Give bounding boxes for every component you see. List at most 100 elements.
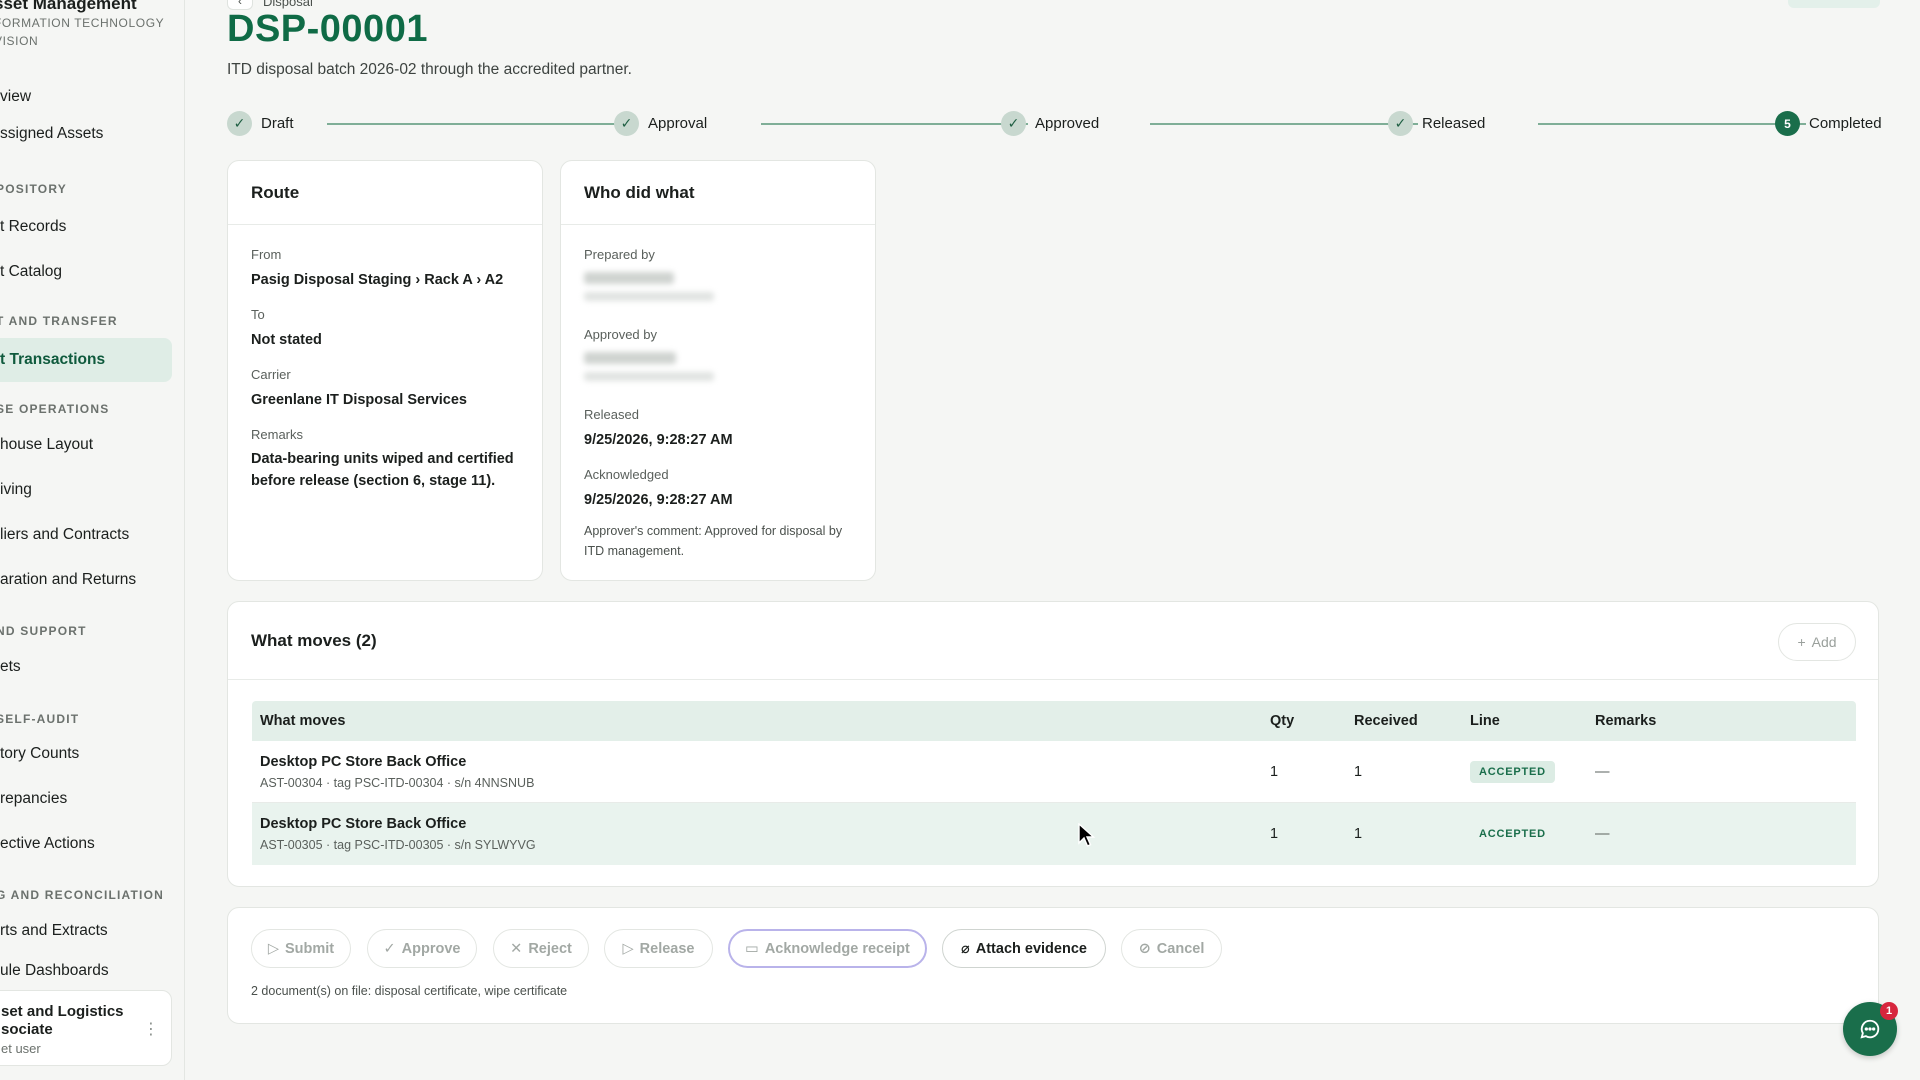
field-label: Carrier <box>251 367 291 382</box>
button-label: Approve <box>401 940 461 957</box>
more-vertical-icon[interactable]: ⋮ <box>143 1019 159 1039</box>
step-draft: ✓ Draft <box>227 111 294 136</box>
received-cell: 1 <box>1354 826 1363 842</box>
cancel-button[interactable]: ⊘ Cancel <box>1121 929 1222 968</box>
status-badge <box>1788 0 1880 8</box>
status-badge: ACCEPTED <box>1470 760 1555 783</box>
sidebar-section-warehouse: SE OPERATIONS <box>0 402 110 416</box>
plus-icon: + <box>1797 634 1806 650</box>
step-released: ✓ Released <box>1388 111 1485 136</box>
send-icon: ▷ <box>267 940 279 957</box>
table-row[interactable]: Desktop PC Store Back Office AST-00304 ·… <box>252 741 1856 803</box>
remarks-cell: — <box>1595 763 1610 780</box>
sidebar-item-inventory-counts[interactable]: tory Counts <box>0 732 172 776</box>
brand-title: sset Management <box>0 0 137 13</box>
step-connector <box>1150 123 1418 125</box>
field-label: From <box>251 247 282 262</box>
field-value: before release (section 6, stage 11). <box>251 473 496 489</box>
sidebar-item-reports[interactable]: rts and Extracts <box>0 909 172 953</box>
reject-button[interactable]: ✕ Reject <box>493 929 589 968</box>
line-cell: ACCEPTED <box>1470 823 1555 845</box>
sidebar-item-asset-records[interactable]: t Records <box>0 205 172 249</box>
button-label: Reject <box>528 940 572 957</box>
table-row[interactable]: Desktop PC Store Back Office AST-00305 ·… <box>252 803 1856 865</box>
released-field: Released 9/25/2026, 9:28:27 AM <box>584 407 733 451</box>
status-badge: ACCEPTED <box>1479 828 1546 840</box>
redacted-name <box>584 272 674 284</box>
field-value: 9/25/2026, 9:28:27 AM <box>584 432 733 448</box>
step-approved: ✓ Approved <box>1001 111 1099 136</box>
received-cell: 1 <box>1354 763 1363 780</box>
sidebar-section-repository: POSITORY <box>0 182 67 196</box>
field-value: Data-bearing units wiped and certified <box>251 451 514 467</box>
sidebar-item-dashboards[interactable]: ule Dashboards <box>0 954 172 980</box>
check-icon: ✓ <box>1001 111 1026 136</box>
redacted-detail <box>584 292 714 301</box>
step-label: Approval <box>648 115 708 132</box>
check-icon: ✓ <box>227 111 252 136</box>
field-value: 9/25/2026, 9:28:27 AM <box>584 492 733 508</box>
attach-evidence-button[interactable]: ⌀ Attach evidence <box>942 929 1106 968</box>
user-card[interactable]: set and Logistics sociate et user ⋮ <box>0 990 172 1066</box>
button-label: Submit <box>285 940 335 957</box>
sidebar-item-separation[interactable]: aration and Returns <box>0 558 172 602</box>
mouse-cursor-icon <box>1078 823 1096 847</box>
step-connector <box>761 123 1028 125</box>
sidebar-item-receiving[interactable]: iving <box>0 468 172 512</box>
sidebar-item-asset-transactions[interactable]: t Transactions <box>0 338 172 382</box>
actions-card: ▷ Submit ✓ Approve ✕ Reject ▷ Release ▭ … <box>227 907 1879 1024</box>
add-button[interactable]: + Add <box>1778 623 1856 661</box>
what-moves-card: What moves (2) + Add What moves Qty Rece… <box>227 601 1879 887</box>
asset-cell: Desktop PC Store Back Office AST-00305 ·… <box>260 816 536 852</box>
sidebar: sset Management FORMATION TECHNOLOGY VIS… <box>0 0 185 1080</box>
asset-identifiers: AST-00305 · tag PSC-ITD-00305 · s/n SYLW… <box>260 838 536 852</box>
column-header: Qty <box>1270 713 1295 729</box>
acknowledge-receipt-button[interactable]: ▭ Acknowledge receipt <box>728 929 927 968</box>
moves-table: What moves Qty Received Line Remarks Des… <box>252 701 1856 865</box>
ban-icon: ⊘ <box>1138 940 1151 957</box>
field-value: Pasig Disposal Staging › Rack A › A2 <box>251 272 504 288</box>
step-approval: ✓ Approval <box>614 111 707 136</box>
sidebar-section-self-audit: SELF-AUDIT <box>0 712 80 726</box>
sidebar-item-discrepancies[interactable]: repancies <box>0 777 172 821</box>
redacted-detail <box>584 372 714 381</box>
sidebar-item-tickets[interactable]: ets <box>0 645 172 689</box>
step-number: 5 <box>1775 111 1800 136</box>
submit-button[interactable]: ▷ Submit <box>251 929 351 968</box>
button-label: Acknowledge receipt <box>764 940 910 957</box>
release-button[interactable]: ▷ Release <box>604 929 713 968</box>
field-label: Acknowledged <box>584 467 669 482</box>
field-value: Not stated <box>251 332 322 348</box>
notification-badge: 1 <box>1880 1002 1898 1020</box>
add-button-label: Add <box>1811 634 1837 650</box>
sidebar-section-support: ND SUPPORT <box>0 624 87 638</box>
prepared-by-field: Prepared by <box>584 247 714 301</box>
sidebar-item-assigned-assets[interactable]: ssigned Assets <box>0 112 172 156</box>
check-icon: ✓ <box>1388 111 1413 136</box>
brand: sset Management FORMATION TECHNOLOGY VIS… <box>0 0 164 50</box>
approve-button[interactable]: ✓ Approve <box>367 929 477 968</box>
main-content: ‹ Disposal DSP-00001 ITD disposal batch … <box>185 0 1920 1080</box>
close-icon: ✕ <box>510 940 523 957</box>
step-connector <box>1538 123 1806 125</box>
table-header: What moves Qty Received Line Remarks <box>252 701 1856 741</box>
step-label: Released <box>1422 115 1486 132</box>
asset-cell: Desktop PC Store Back Office AST-00304 ·… <box>260 754 534 790</box>
paperclip-icon: ⌀ <box>961 940 970 957</box>
step-label: Draft <box>261 115 294 132</box>
step-connector <box>327 123 615 125</box>
sidebar-item-asset-catalog[interactable]: t Catalog <box>0 250 172 294</box>
approved-by-field: Approved by <box>584 327 714 381</box>
check-icon: ✓ <box>383 940 396 957</box>
field-label: To <box>251 307 265 322</box>
sidebar-item-corrective-actions[interactable]: ective Actions <box>0 822 172 866</box>
documents-note: 2 document(s) on file: disposal certific… <box>251 984 568 998</box>
sidebar-item-warehouse-layout[interactable]: house Layout <box>0 423 172 467</box>
column-header: Line <box>1470 713 1500 729</box>
column-header: Received <box>1354 713 1418 729</box>
comment-line: Approver's comment: Approved for disposa… <box>584 524 843 538</box>
sidebar-item-suppliers[interactable]: liers and Contracts <box>0 513 172 557</box>
approver-comment: Approver's comment: Approved for disposa… <box>584 521 842 561</box>
send-icon: ▷ <box>622 940 634 957</box>
page-title: DSP-00001 <box>227 8 428 50</box>
